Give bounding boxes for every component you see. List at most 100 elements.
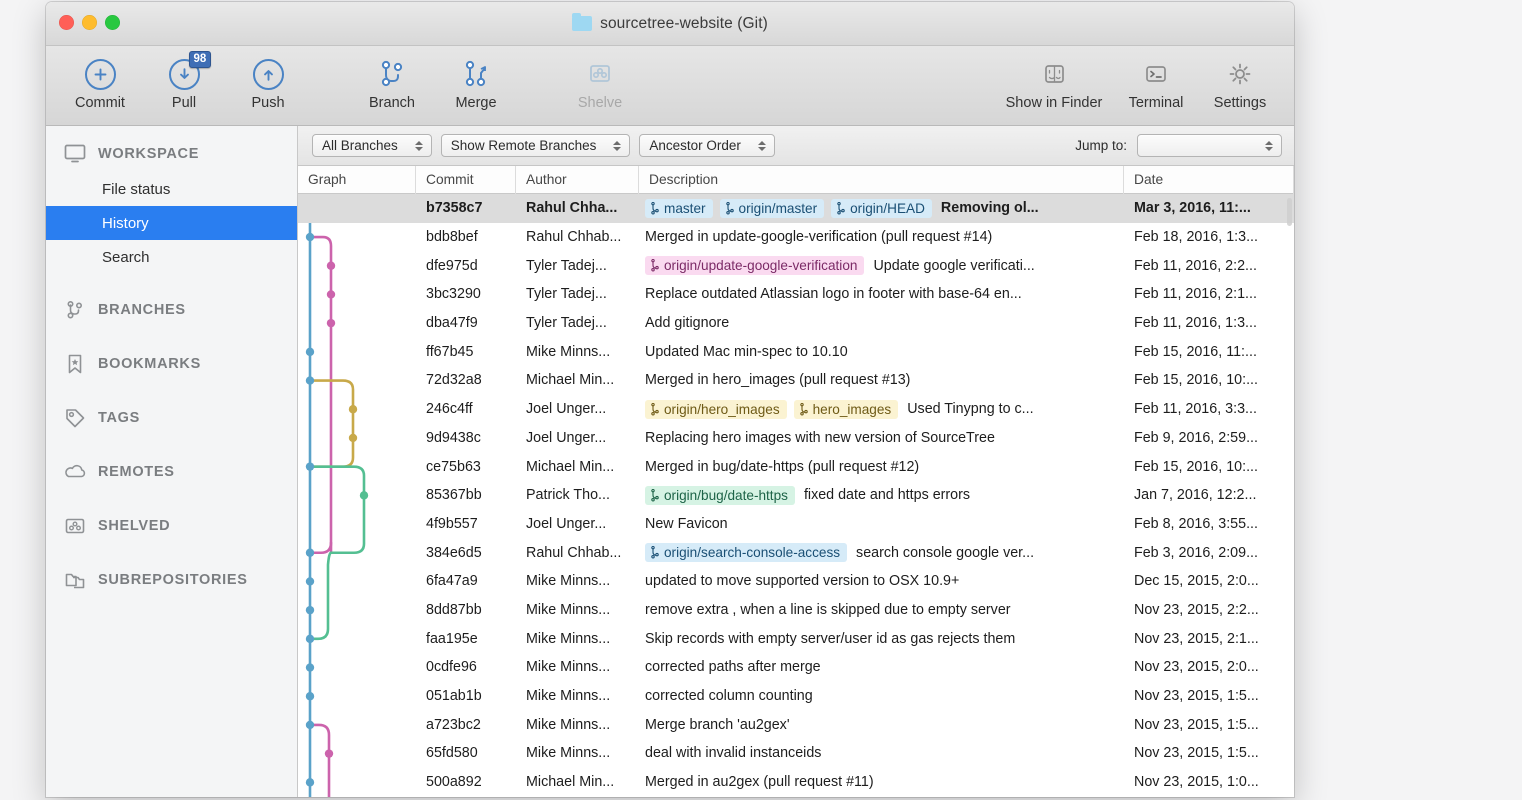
sidebar-group-workspace[interactable]: WORKSPACE bbox=[46, 136, 297, 172]
cell-commit-hash: 384e6d5 bbox=[416, 538, 516, 567]
merge-button[interactable]: Merge bbox=[434, 52, 518, 111]
cell-author: Joel Unger... bbox=[516, 510, 639, 539]
sidebar-item-history-label: History bbox=[102, 215, 149, 232]
vertical-scrollbar[interactable] bbox=[1287, 198, 1292, 226]
ref-label-origin-head[interactable]: origin/HEAD bbox=[831, 199, 932, 218]
table-row[interactable]: 051ab1bMike Minns... corrected column co… bbox=[298, 682, 1294, 711]
terminal-button[interactable]: Terminal bbox=[1114, 52, 1198, 111]
column-header-graph[interactable]: Graph bbox=[298, 166, 416, 194]
minimize-window-button[interactable] bbox=[82, 15, 97, 30]
cell-date: Feb 11, 2016, 2:2... bbox=[1124, 251, 1294, 280]
column-header-description[interactable]: Description bbox=[639, 166, 1124, 194]
table-row[interactable]: 65fd580Mike Minns...deal with invalid in… bbox=[298, 739, 1294, 768]
sidebar-item-history[interactable]: History bbox=[46, 206, 297, 240]
sidebar-group-workspace-label: WORKSPACE bbox=[98, 146, 199, 162]
sidebar-group-subrepositories[interactable]: SUBREPOSITORIES bbox=[46, 562, 297, 598]
table-row[interactable]: dfe975dTyler Tadej...origin/update-googl… bbox=[298, 251, 1294, 280]
commit-list-scroll[interactable]: b7358c7Rahul Chha...masterorigin/mastero… bbox=[298, 194, 1294, 797]
table-row[interactable]: ff67b45Mike Minns...Updated Mac min-spec… bbox=[298, 337, 1294, 366]
cell-graph bbox=[298, 653, 416, 682]
sidebar-group-shelved-label: SHELVED bbox=[98, 518, 170, 534]
cell-graph bbox=[298, 395, 416, 424]
cell-author: Joel Unger... bbox=[516, 424, 639, 453]
show-in-finder-button[interactable]: Show in Finder bbox=[994, 52, 1114, 111]
table-row[interactable]: 72d32a8Michael Min...Merged in hero_imag… bbox=[298, 366, 1294, 395]
cell-commit-hash: 0cdfe96 bbox=[416, 653, 516, 682]
ref-label-origin-bug-date-https[interactable]: origin/bug/date-https bbox=[645, 486, 795, 505]
table-row[interactable]: 85367bbPatrick Tho...origin/bug/date-htt… bbox=[298, 481, 1294, 510]
cell-commit-hash: 8dd87bb bbox=[416, 596, 516, 625]
close-window-button[interactable] bbox=[59, 15, 74, 30]
sidebar-item-search[interactable]: Search bbox=[46, 240, 297, 274]
cell-author: Rahul Chhab... bbox=[516, 538, 639, 567]
cell-commit-hash: 72d32a8 bbox=[416, 366, 516, 395]
sidebar-group-shelved[interactable]: SHELVED bbox=[46, 508, 297, 544]
column-header-date[interactable]: Date bbox=[1124, 166, 1294, 194]
folders-icon bbox=[64, 569, 86, 591]
description-text: Merge branch 'au2gex' bbox=[645, 717, 790, 733]
table-row[interactable]: 384e6d5Rahul Chhab... origin/search-conso… bbox=[298, 538, 1294, 567]
table-row[interactable]: b7358c7Rahul Chha...masterorigin/mastero… bbox=[298, 194, 1294, 223]
table-row[interactable]: 8dd87bbMike Minns...remove extra , when … bbox=[298, 596, 1294, 625]
column-header-author[interactable]: Author bbox=[516, 166, 639, 194]
zoom-window-button[interactable] bbox=[105, 15, 120, 30]
cell-graph bbox=[298, 596, 416, 625]
ref-label-origin-hero-images[interactable]: origin/hero_images bbox=[645, 400, 787, 419]
sidebar: WORKSPACE File status History Search bbox=[46, 126, 298, 797]
branch-button[interactable]: Branch bbox=[350, 52, 434, 111]
shelve-button[interactable]: Shelve bbox=[558, 52, 642, 111]
folder-icon bbox=[572, 16, 592, 31]
ref-label-hero-images[interactable]: hero_images bbox=[794, 400, 899, 419]
table-row[interactable]: 4f9b557Joel Unger...New FaviconFeb 8, 20… bbox=[298, 510, 1294, 539]
cell-graph bbox=[298, 309, 416, 338]
jump-to-select[interactable] bbox=[1137, 134, 1282, 157]
order-select[interactable]: Ancestor Order bbox=[639, 134, 775, 157]
ref-label-origin-update-google-verification[interactable]: origin/update-google-verification bbox=[645, 256, 864, 275]
push-button[interactable]: Push bbox=[226, 52, 310, 111]
commit-list: b7358c7Rahul Chha...masterorigin/mastero… bbox=[298, 194, 1294, 796]
table-row[interactable]: ce75b63Michael Min...Merged in bug/date-… bbox=[298, 452, 1294, 481]
table-row[interactable]: faa195eMike Minns...Skip records with em… bbox=[298, 624, 1294, 653]
table-row[interactable]: 500a892Michael Min...Merged in au2gex (p… bbox=[298, 768, 1294, 797]
sidebar-group-remotes[interactable]: REMOTES bbox=[46, 454, 297, 490]
cell-author: Rahul Chha... bbox=[516, 194, 639, 223]
column-header-commit[interactable]: Commit bbox=[416, 166, 516, 194]
cell-description: origin/bug/date-https fixed date and http… bbox=[639, 481, 1124, 510]
cell-graph bbox=[298, 739, 416, 768]
sidebar-group-tags[interactable]: TAGS bbox=[46, 400, 297, 436]
table-row[interactable]: 6fa47a9Mike Minns...updated to move supp… bbox=[298, 567, 1294, 596]
cell-graph bbox=[298, 251, 416, 280]
pull-button[interactable]: 98 Pull bbox=[142, 52, 226, 111]
table-row[interactable]: a723bc2Mike Minns...Merge branch 'au2gex… bbox=[298, 710, 1294, 739]
settings-button[interactable]: Settings bbox=[1198, 52, 1282, 111]
ref-label-master[interactable]: master bbox=[645, 199, 713, 218]
title-bar: sourcetree-website (Git) bbox=[46, 2, 1294, 46]
sidebar-group-bookmarks[interactable]: BOOKMARKS bbox=[46, 346, 297, 382]
table-header: Graph Commit Author Description Date bbox=[298, 166, 1294, 194]
cell-commit-hash: 85367bb bbox=[416, 481, 516, 510]
remote-branches-select[interactable]: Show Remote Branches bbox=[441, 134, 631, 157]
description-text: remove extra , when a line is skipped du… bbox=[645, 602, 1011, 618]
cell-author: Rahul Chhab... bbox=[516, 223, 639, 252]
ref-label-origin-search-console-access[interactable]: origin/search-console-access bbox=[645, 543, 847, 562]
table-row[interactable]: 0cdfe96Mike Minns...corrected paths afte… bbox=[298, 653, 1294, 682]
branch-filter-select[interactable]: All Branches bbox=[312, 134, 432, 157]
cell-description: Merged in bug/date-https (pull request #… bbox=[639, 452, 1124, 481]
ref-label-origin-master[interactable]: origin/master bbox=[720, 199, 825, 218]
table-row[interactable]: 3bc3290Tyler Tadej...Replace outdated At… bbox=[298, 280, 1294, 309]
cell-graph bbox=[298, 337, 416, 366]
sidebar-group-branches[interactable]: BRANCHES bbox=[46, 292, 297, 328]
description-text: Merged in update-google-verification (pu… bbox=[645, 229, 992, 245]
table-row[interactable]: 246c4ffJoel Unger...origin/hero_imageshe… bbox=[298, 395, 1294, 424]
cell-graph bbox=[298, 366, 416, 395]
cell-author: Mike Minns... bbox=[516, 710, 639, 739]
sidebar-group-remotes-label: REMOTES bbox=[98, 464, 175, 480]
cell-date: Feb 15, 2016, 10:... bbox=[1124, 366, 1294, 395]
sidebar-group-subrepositories-label: SUBREPOSITORIES bbox=[98, 572, 248, 588]
description-text: fixed date and https errors bbox=[804, 487, 970, 503]
table-row[interactable]: dba47f9Tyler Tadej...Add gitignoreFeb 11… bbox=[298, 309, 1294, 338]
table-row[interactable]: bdb8befRahul Chhab...Merged in update-go… bbox=[298, 223, 1294, 252]
commit-button[interactable]: Commit bbox=[58, 52, 142, 111]
table-row[interactable]: 9d9438cJoel Unger...Replacing hero image… bbox=[298, 424, 1294, 453]
sidebar-item-file-status[interactable]: File status bbox=[46, 172, 297, 206]
